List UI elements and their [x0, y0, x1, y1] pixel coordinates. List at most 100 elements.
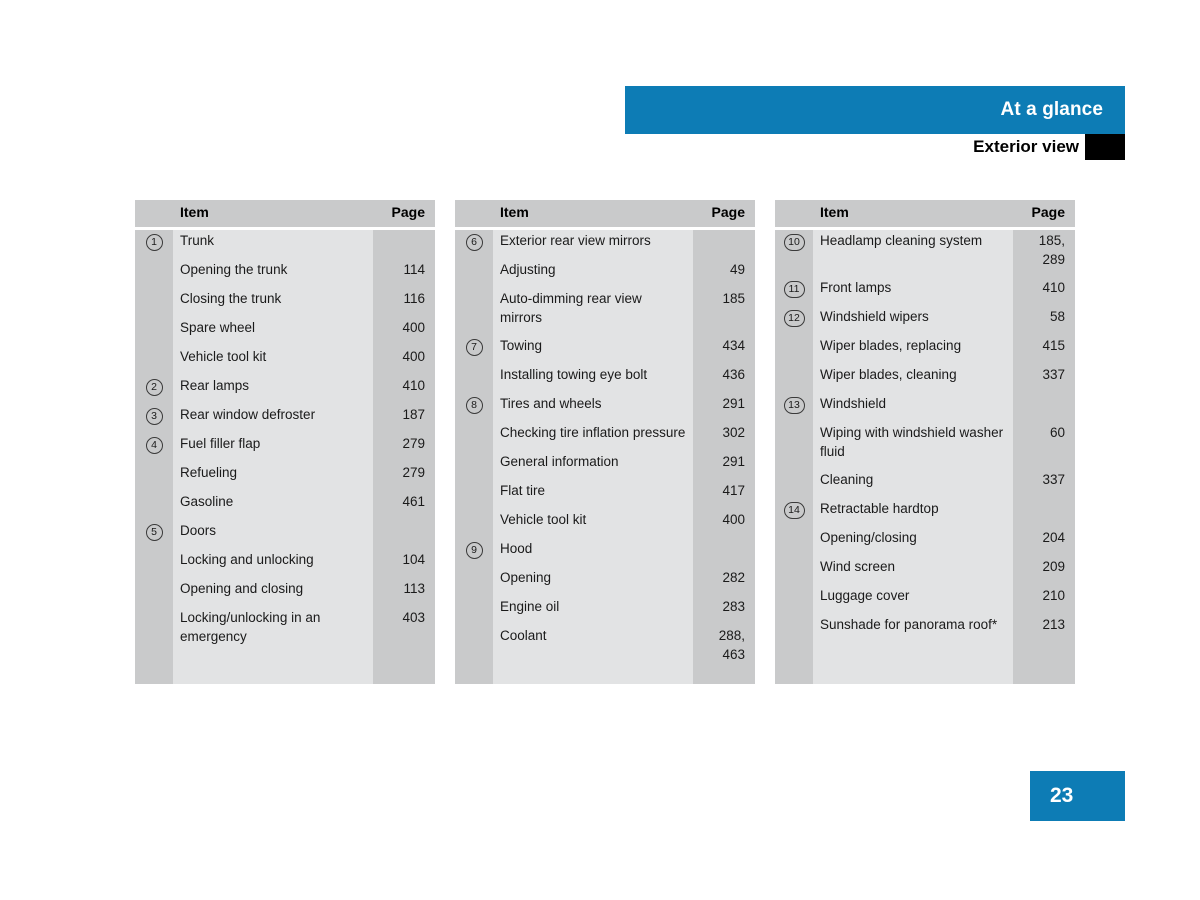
- circled-number-icon: 5: [145, 524, 163, 541]
- row-page-number: 116: [403, 291, 425, 306]
- row-marker-cell: [135, 320, 173, 338]
- row-page-number: 58: [1049, 309, 1065, 324]
- table-body: 10 Headlamp cleaning system 185, 289 11 Fron…: [775, 230, 1075, 643]
- row-marker-cell: 9: [455, 541, 493, 559]
- row-marker-cell: [455, 570, 493, 588]
- row-item-label: Rear lamps: [180, 378, 250, 393]
- row-item-label: Auto-dimming rear view mirrors: [500, 291, 642, 325]
- row-page-number: 434: [722, 338, 745, 353]
- table-row: Coolant 288, 463: [455, 625, 755, 672]
- table-row: Gasoline 461: [135, 491, 435, 520]
- row-marker-cell: [775, 367, 813, 385]
- table-row: Locking/unlocking in an emergency 403: [135, 607, 435, 654]
- row-item-label: Wiping with windshield washer fluid: [820, 425, 1004, 459]
- row-marker-cell: [775, 530, 813, 548]
- row-marker-cell: [775, 338, 813, 356]
- column-header-item: Item: [820, 204, 849, 220]
- table-row: 3 Rear window defroster 187: [135, 404, 435, 433]
- row-page-number: 400: [402, 320, 425, 335]
- row-item-label: Engine oil: [500, 599, 560, 614]
- column-header-item: Item: [180, 204, 209, 220]
- row-item-label: Exterior rear view mirrors: [500, 233, 651, 248]
- row-item-label: Vehicle tool kit: [500, 512, 587, 527]
- row-item-label: Locking and unlocking: [180, 552, 314, 567]
- circled-number-icon: 7: [465, 339, 483, 356]
- row-marker-cell: 8: [455, 396, 493, 414]
- row-marker-cell: [775, 472, 813, 490]
- row-item-label: Checking tire inflation pressure: [500, 425, 686, 440]
- table-row: Flat tire 417: [455, 480, 755, 509]
- row-item-label: Opening/closing: [820, 530, 917, 545]
- row-marker-cell: 7: [455, 338, 493, 356]
- header-title-bar: At a glance: [625, 86, 1125, 134]
- row-item-label: Wind screen: [820, 559, 896, 574]
- row-marker-cell: 10: [775, 233, 813, 251]
- table-row: Wiper blades, replacing 415: [775, 335, 1075, 364]
- section-subtitle: Exterior view: [973, 137, 1079, 156]
- table-row: Checking tire inflation pressure 302: [455, 422, 755, 451]
- row-marker-cell: 4: [135, 436, 173, 454]
- row-page-number: 204: [1042, 530, 1065, 545]
- row-item-label: Windshield wipers: [820, 309, 929, 324]
- row-marker-cell: [135, 349, 173, 367]
- row-marker-cell: [135, 291, 173, 309]
- row-item-label: Opening and closing: [180, 581, 304, 596]
- row-marker-cell: [135, 610, 173, 628]
- table-row: 7 Towing 434: [455, 335, 755, 364]
- row-page-number: 302: [722, 425, 745, 440]
- reference-table-column-3: Item Page 10 Headlamp cleaning system 185,…: [775, 200, 1075, 684]
- table-row: Wind screen 209: [775, 556, 1075, 585]
- row-marker-cell: [775, 617, 813, 635]
- row-marker-cell: 11: [775, 280, 813, 298]
- table-row: 14 Retractable hardtop: [775, 498, 1075, 527]
- table-row: Opening and closing 113: [135, 578, 435, 607]
- table-row: Luggage cover 210: [775, 585, 1075, 614]
- table-row: Locking and unlocking 104: [135, 549, 435, 578]
- row-item-label: Opening: [500, 570, 552, 585]
- row-page-number: 337: [1042, 367, 1065, 382]
- page-number: 23: [1050, 784, 1074, 807]
- row-page-number: 60: [1049, 425, 1065, 440]
- row-item-label: Coolant: [500, 628, 547, 643]
- row-page-number: 461: [402, 494, 425, 509]
- row-item-label: Spare wheel: [180, 320, 256, 335]
- row-item-label: Trunk: [180, 233, 215, 248]
- row-marker-cell: 13: [775, 396, 813, 414]
- row-marker-cell: 1: [135, 233, 173, 251]
- circled-number-icon: 1: [145, 234, 163, 251]
- row-item-label: Retractable hardtop: [820, 501, 939, 516]
- table-row: Adjusting 49: [455, 259, 755, 288]
- table-row: Wiping with windshield washer fluid 60: [775, 422, 1075, 469]
- row-item-label: General information: [500, 454, 619, 469]
- circled-number-icon: 13: [783, 397, 805, 414]
- row-item-label: Luggage cover: [820, 588, 910, 603]
- table-row: 1 Trunk: [135, 230, 435, 259]
- row-item-label: Adjusting: [500, 262, 556, 277]
- table-row: Installing towing eye bolt 436: [455, 364, 755, 393]
- table-row: 11 Front lamps 410: [775, 277, 1075, 306]
- row-page-number: 282: [722, 570, 745, 585]
- row-item-label: Sunshade for panorama roof*: [820, 617, 998, 632]
- row-page-number: 291: [722, 396, 745, 411]
- column-header-item: Item: [500, 204, 529, 220]
- circled-number-icon: 12: [783, 310, 805, 327]
- row-page-number: 415: [1042, 338, 1065, 353]
- row-item-label: Gasoline: [180, 494, 234, 509]
- row-marker-cell: 14: [775, 501, 813, 519]
- row-item-label: Headlamp cleaning system: [820, 233, 983, 248]
- row-marker-cell: 5: [135, 523, 173, 541]
- table-header: Item Page: [775, 200, 1075, 227]
- row-page-number: 185, 289: [1038, 233, 1065, 267]
- row-item-label: Rear window defroster: [180, 407, 316, 422]
- row-item-label: Cleaning: [820, 472, 874, 487]
- row-marker-cell: [455, 628, 493, 646]
- row-page-number: 49: [729, 262, 745, 277]
- row-page-number: 209: [1042, 559, 1065, 574]
- row-item-label: Towing: [500, 338, 543, 353]
- table-row: 2 Rear lamps 410: [135, 375, 435, 404]
- row-page-number: 410: [1042, 280, 1065, 295]
- circled-number-icon: 8: [465, 397, 483, 414]
- row-page-number: 417: [722, 483, 745, 498]
- row-marker-cell: [455, 262, 493, 280]
- row-page-number: 104: [402, 552, 425, 567]
